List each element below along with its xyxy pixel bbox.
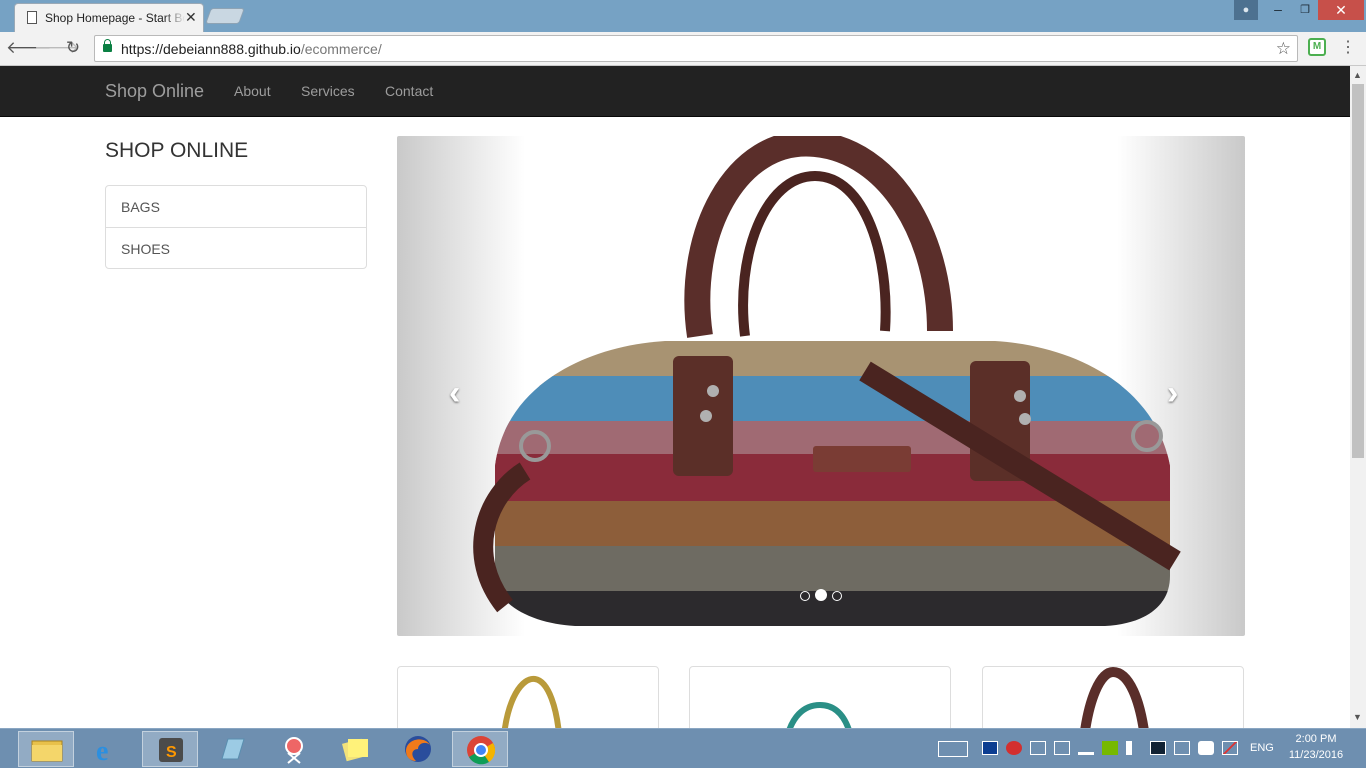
navbar-brand[interactable]: Shop Online — [105, 81, 204, 102]
keyboard-icon[interactable] — [938, 741, 968, 757]
reload-icon[interactable]: ↻ — [62, 37, 84, 59]
sticky-notes-icon[interactable] — [328, 731, 384, 767]
browser-tab-active[interactable]: Shop Homepage - Start Bootstrap ✕ — [14, 3, 204, 32]
nav-link-contact[interactable]: Contact — [385, 83, 433, 99]
teal-bag-thumbnail — [786, 701, 852, 728]
scroll-down-icon[interactable]: ▼ — [1353, 712, 1362, 722]
striped-handbag-image — [473, 136, 1181, 626]
action-center-icon[interactable] — [1222, 741, 1238, 755]
site-navbar: Shop Online About Services Contact — [0, 66, 1350, 117]
sidebar-title: SHOP ONLINE — [105, 139, 249, 162]
gold-bag-thumbnail — [502, 675, 562, 728]
firefox-icon[interactable] — [390, 731, 446, 767]
url-host: https://debeiann888.github.io — [121, 41, 301, 57]
carousel-indicator[interactable] — [800, 591, 810, 601]
product-card[interactable] — [982, 666, 1244, 728]
page-icon — [27, 11, 37, 24]
close-window-button[interactable]: ✕ — [1318, 0, 1364, 20]
chrome-icon[interactable] — [452, 731, 508, 767]
forward-icon[interactable]: 🡒 — [34, 37, 80, 59]
tab-close-icon[interactable]: ✕ — [185, 9, 197, 26]
display-icon[interactable] — [1150, 741, 1166, 755]
internet-explorer-icon[interactable]: e — [80, 731, 136, 767]
nvidia-icon[interactable] — [1102, 741, 1118, 755]
word-icon[interactable] — [982, 741, 998, 755]
tab-title: Shop Homepage - Start Bootstrap — [45, 11, 185, 25]
restore-button[interactable]: ❐ — [1292, 0, 1318, 20]
carousel-indicator-active[interactable] — [815, 589, 827, 601]
new-tab-button[interactable] — [205, 8, 245, 24]
url-path: /ecommerce/ — [300, 41, 382, 57]
page-scrollbar[interactable]: ▲ ▼ — [1350, 66, 1366, 728]
device-icon[interactable] — [1030, 741, 1046, 755]
category-item-bags[interactable]: BAGS — [106, 186, 366, 227]
antivirus-icon[interactable] — [1006, 741, 1022, 755]
profile-icon[interactable]: ● — [1234, 0, 1258, 20]
input-language[interactable]: ENG — [1250, 742, 1274, 754]
product-card[interactable] — [689, 666, 951, 728]
carousel-prev-icon[interactable]: ‹ — [449, 374, 460, 413]
extension-icon[interactable]: M — [1308, 38, 1326, 56]
nav-link-services[interactable]: Services — [301, 83, 355, 99]
file-explorer-icon[interactable] — [18, 731, 74, 767]
lock-icon — [103, 39, 112, 52]
scroll-up-icon[interactable]: ▲ — [1353, 70, 1362, 80]
nav-link-about[interactable]: About — [234, 83, 271, 99]
minimize-button[interactable]: – — [1264, 0, 1292, 20]
scroll-thumb[interactable] — [1352, 84, 1364, 458]
browser-toolbar: 🡐 🡒 ↻ https://debeiann888.github.io/ecom… — [0, 32, 1366, 66]
svg-text:S: S — [166, 744, 177, 761]
notes-app-icon[interactable] — [204, 731, 260, 767]
product-card[interactable] — [397, 666, 659, 728]
product-carousel: ‹ › — [397, 136, 1245, 636]
carousel-next-icon[interactable]: › — [1167, 374, 1178, 413]
web-page: Shop Online About Services Contact SHOP … — [0, 66, 1350, 728]
sublime-text-icon[interactable]: S — [142, 731, 198, 767]
brown-bag-thumbnail — [1080, 667, 1149, 728]
document-icon[interactable] — [1054, 741, 1070, 755]
category-list: BAGS SHOES — [105, 185, 367, 269]
windows-taskbar: e S ENG 2:00 PM 11/23/2016 — [0, 728, 1366, 768]
address-bar[interactable]: https://debeiann888.github.io/ecommerce/… — [94, 35, 1298, 62]
bookmark-star-icon[interactable]: ☆ — [1276, 39, 1291, 59]
browser-menu-icon[interactable]: ⋮ — [1340, 37, 1356, 59]
carousel-indicator[interactable] — [832, 591, 842, 601]
browser-title-bar: Shop Homepage - Start Bootstrap ✕ ● – ❐ … — [0, 0, 1366, 32]
category-item-shoes[interactable]: SHOES — [106, 227, 366, 268]
snipping-tool-icon[interactable] — [266, 731, 322, 767]
back-icon[interactable]: 🡐 — [6, 37, 52, 59]
clock-date[interactable]: 11/23/2016 — [1286, 749, 1346, 761]
svg-text:e: e — [96, 736, 108, 767]
clock-time[interactable]: 2:00 PM — [1286, 733, 1346, 745]
volume-icon[interactable] — [1126, 741, 1142, 755]
url-text[interactable]: https://debeiann888.github.io/ecommerce/ — [121, 41, 382, 57]
usb-icon[interactable] — [1198, 741, 1214, 755]
language-bar-icon[interactable] — [1174, 741, 1190, 755]
network-signal-icon[interactable] — [1078, 741, 1094, 755]
